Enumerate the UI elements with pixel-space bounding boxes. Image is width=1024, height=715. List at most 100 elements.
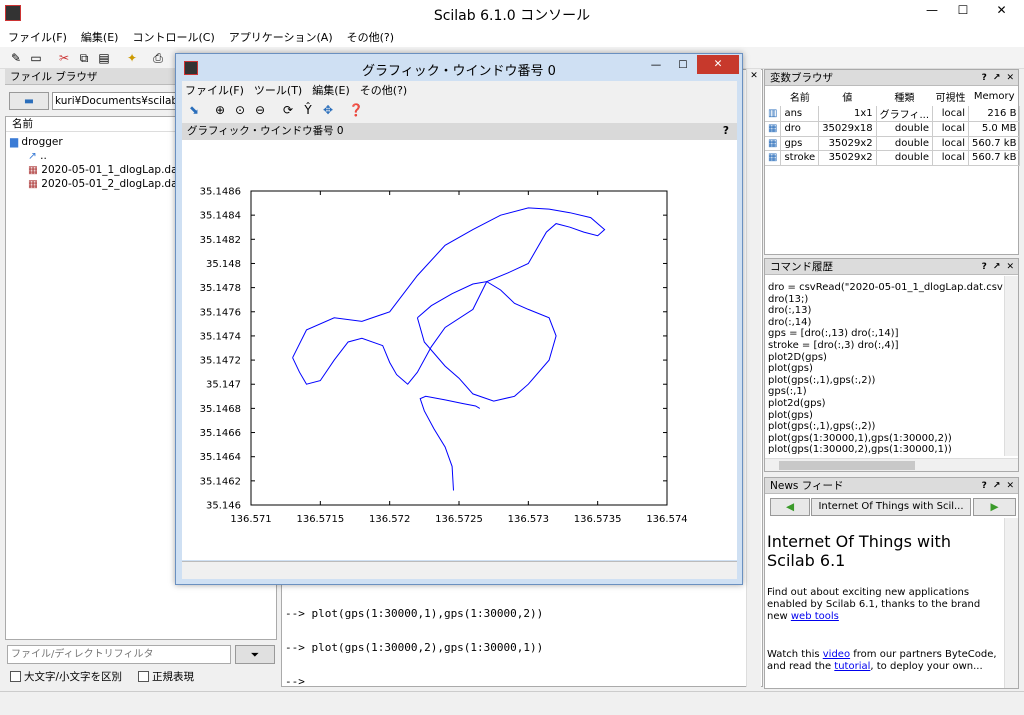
history-item[interactable]: plot(gps) (765, 410, 1003, 422)
graphic-menu-tools[interactable]: ツール(T) (254, 82, 302, 98)
history-item[interactable]: dro = csvRead("2020-05-01_1_dlogLap.dat.… (765, 282, 1003, 294)
new-script-icon[interactable]: ✎ (8, 50, 24, 66)
column-icon (765, 86, 781, 106)
checkbox[interactable] (10, 671, 21, 682)
print-icon[interactable]: ⎙ (150, 50, 166, 66)
graphic-menu-edit[interactable]: 編集(E) (312, 82, 350, 98)
column-header[interactable]: 種類 (876, 86, 932, 106)
dock-icon[interactable]: ⬊ (186, 102, 202, 118)
datatip-icon[interactable]: Ŷ (300, 102, 316, 118)
var-name: ans (780, 106, 820, 122)
history-item[interactable]: dro(:,14) (765, 317, 1003, 329)
history-item[interactable]: dro(13;) (765, 294, 1003, 306)
news-prev-button[interactable]: ◀ (770, 498, 810, 516)
history-item[interactable]: dro(:,13) (765, 305, 1003, 317)
cut-icon[interactable]: ✂ (56, 50, 72, 66)
menu-help[interactable]: その他(?) (347, 29, 394, 45)
column-header[interactable]: Memory (969, 86, 1020, 106)
console-prompt[interactable]: --> (285, 675, 305, 688)
variable-type-icon: ▦ (765, 150, 782, 166)
clear-console-icon[interactable]: ✦ (124, 50, 140, 66)
table-row[interactable]: ▦ stroke 35029x2 double local 560.7 kB (765, 150, 1021, 166)
help-icon[interactable]: ? (982, 478, 987, 494)
scroll-thumb[interactable] (779, 461, 915, 470)
folder-icon: ▆ (10, 136, 19, 148)
history-item[interactable]: gps = [dro(:,13) dro(:,14)] (765, 328, 1003, 340)
filter-button[interactable]: ⏷ (235, 645, 275, 664)
menu-control[interactable]: コントロール(C) (132, 29, 214, 45)
close-icon[interactable]: ✕ (1006, 478, 1014, 494)
folder-up-button[interactable]: ▬ (9, 92, 49, 110)
undock-icon[interactable]: ↗ (993, 70, 1001, 86)
pan-icon[interactable]: ✥ (320, 102, 336, 118)
open-file-icon[interactable]: ▭ (28, 50, 44, 66)
var-memory: 560.7 kB (968, 150, 1021, 166)
history-item[interactable]: plot(gps) (765, 363, 1003, 375)
help-icon[interactable]: ? (723, 123, 729, 140)
regex-option[interactable]: 正規表現 (138, 669, 194, 684)
tutorial-link[interactable]: tutorial (834, 661, 870, 672)
graphic-canvas[interactable]: 136.571 136.5715 136.572 136.5725 136.573 136… (182, 140, 737, 560)
news-scrollbar[interactable] (1004, 518, 1018, 688)
rotate-icon[interactable]: ⟳ (280, 102, 296, 118)
var-memory: 560.7 kB (968, 136, 1021, 151)
menu-edit[interactable]: 編集(E) (81, 29, 119, 45)
menu-applications[interactable]: アプリケーション(A) (229, 29, 333, 45)
graphic-close-button[interactable]: ✕ (697, 55, 739, 74)
graphic-maximize-button[interactable]: ☐ (670, 56, 696, 74)
zoom-icon[interactable]: ⊕ (212, 102, 228, 118)
y-tick-label: 35.1482 (200, 235, 241, 246)
undock-icon[interactable]: ↗ (993, 478, 1001, 494)
minimize-button[interactable]: — (917, 0, 947, 20)
panel-controls: ? ↗ ✕ (982, 70, 1014, 86)
history-item[interactable]: stroke = [dro(:,3) dro(:,4)] (765, 340, 1003, 352)
news-next-button[interactable]: ▶ (973, 498, 1016, 516)
history-item[interactable]: plot2d(gps) (765, 398, 1003, 410)
y-tick-label: 35.147 (206, 380, 241, 391)
web-tools-link[interactable]: web tools (791, 611, 839, 622)
news-title-button[interactable]: Internet Of Things with Scil... (811, 498, 971, 516)
x-tick-label: 136.5735 (574, 514, 622, 525)
table-row[interactable]: ▥ ans 1x1 グラフィ... local 216 B (765, 106, 1021, 122)
var-memory: 5.0 MB (968, 121, 1021, 137)
file-filter-input[interactable] (7, 645, 231, 664)
case-sensitive-option[interactable]: 大文字/小文字を区別 (10, 669, 122, 684)
table-row[interactable]: ▦ dro 35029x18 double local 5.0 MB (765, 121, 1021, 137)
history-hscrollbar[interactable] (765, 458, 1018, 471)
zoom-out-icon[interactable]: ⊖ (252, 102, 268, 118)
table-row[interactable]: ▦ gps 35029x2 double local 560.7 kB (765, 136, 1021, 151)
history-item[interactable]: plot(gps(1:30000,1),gps(1:30000,2)) (765, 433, 1003, 445)
var-value: 1x1 (818, 106, 877, 122)
close-button[interactable]: ✕ (979, 0, 1024, 20)
help-icon[interactable]: ? (982, 259, 987, 275)
column-header[interactable]: 名前 (781, 86, 819, 106)
maximize-button[interactable]: ☐ (948, 0, 978, 20)
menu-file[interactable]: ファイル(F) (8, 29, 67, 45)
column-header[interactable]: 可視性 (933, 86, 969, 106)
console-scrollbar[interactable]: ✕ (746, 69, 761, 687)
graphic-menu-help[interactable]: その他(?) (360, 82, 407, 98)
video-link[interactable]: video (823, 649, 850, 660)
history-item[interactable]: plot(gps(:,1),gps(:,2)) (765, 375, 1003, 387)
close-icon[interactable]: ✕ (747, 71, 761, 81)
close-icon[interactable]: ✕ (1006, 259, 1014, 275)
history-item[interactable]: plot(gps(:,1),gps(:,2)) (765, 421, 1003, 433)
graphic-menu-file[interactable]: ファイル(F) (185, 82, 244, 98)
console-line: --> plot(gps(1:30000,1),gps(1:30000,2)) (285, 607, 544, 620)
paste-icon[interactable]: ▤ (96, 50, 112, 66)
checkbox[interactable] (138, 671, 149, 682)
history-scrollbar[interactable] (1004, 276, 1018, 456)
close-icon[interactable]: ✕ (1006, 70, 1014, 86)
help-icon[interactable]: ? (982, 70, 987, 86)
column-header[interactable]: 値 (819, 86, 876, 106)
graphic-minimize-button[interactable]: — (643, 56, 669, 74)
graphic-subheader: グラフィック・ウインドウ番号 0 ? (182, 123, 737, 140)
history-item[interactable]: gps(:,1) (765, 386, 1003, 398)
undock-icon[interactable]: ↗ (993, 259, 1001, 275)
copy-icon[interactable]: ⧉ (76, 50, 92, 66)
help-icon[interactable]: ❓ (348, 102, 364, 118)
history-item[interactable]: plot(gps(1:30000,2),gps(1:30000,1)) (765, 444, 1003, 456)
zoom-in-icon[interactable]: ⊙ (232, 102, 248, 118)
history-item[interactable]: plot2D(gps) (765, 352, 1003, 364)
var-value: 35029x2 (818, 150, 877, 166)
